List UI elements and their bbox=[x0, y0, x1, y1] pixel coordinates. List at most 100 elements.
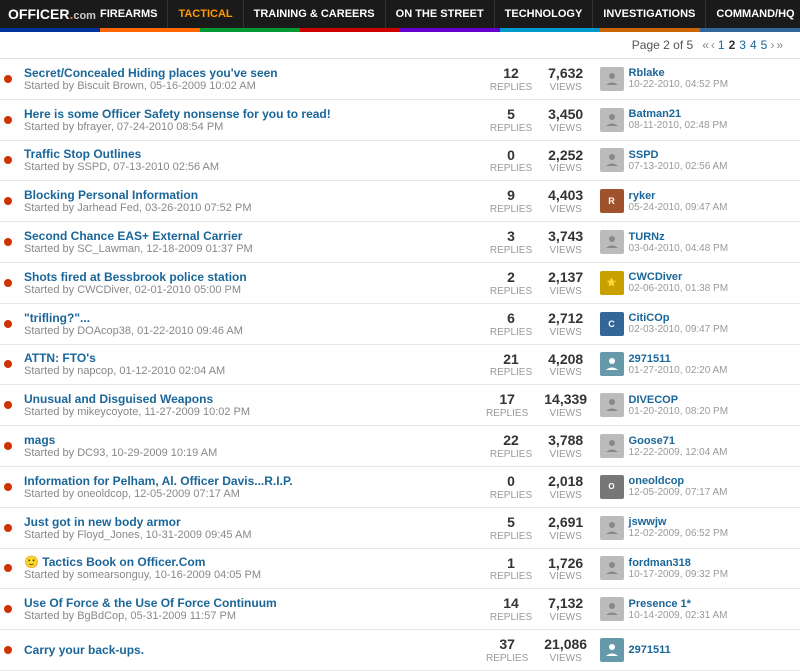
username[interactable]: jswwjw bbox=[629, 516, 729, 528]
avatar bbox=[600, 393, 624, 417]
replies-number: 14 bbox=[490, 595, 532, 612]
replies-label: REPLIES bbox=[490, 327, 532, 338]
logo[interactable]: OFFICER.com bbox=[0, 0, 90, 28]
page-5[interactable]: 5 bbox=[761, 38, 768, 52]
username[interactable]: 2971511 bbox=[629, 353, 728, 365]
replies-number: 22 bbox=[490, 432, 532, 449]
nav-tactical[interactable]: TACTICAL bbox=[168, 0, 243, 28]
replies-number: 12 bbox=[490, 65, 532, 82]
avatar bbox=[600, 516, 624, 540]
replies-number: 0 bbox=[490, 147, 532, 164]
nav-technology[interactable]: TECHNOLOGY bbox=[495, 0, 594, 28]
thread-status bbox=[0, 303, 16, 344]
thread-row: Carry your back-ups. 37 REPLIES 21,086 V… bbox=[0, 630, 800, 671]
thread-title[interactable]: Second Chance EAS+ External Carrier bbox=[24, 229, 242, 243]
replies-stat: 9 REPLIES bbox=[490, 187, 532, 215]
views-label: VIEWS bbox=[548, 204, 583, 215]
stat-pair: 21 REPLIES 4,208 VIEWS bbox=[486, 351, 588, 379]
username[interactable]: Presence 1* bbox=[629, 598, 728, 610]
nav-on-the-street[interactable]: ON THE STREET bbox=[386, 0, 495, 28]
thread-title[interactable]: Use Of Force & the Use Of Force Continuu… bbox=[24, 596, 277, 610]
views-number: 21,086 bbox=[544, 636, 587, 653]
username[interactable]: SSPD bbox=[629, 149, 728, 161]
thread-status bbox=[0, 181, 16, 222]
status-dot bbox=[4, 646, 12, 654]
thread-title[interactable]: mags bbox=[24, 433, 55, 447]
next-page-arrow[interactable]: › bbox=[770, 38, 774, 52]
page-2[interactable]: 2 bbox=[729, 38, 736, 52]
color-stripe bbox=[0, 28, 800, 32]
thread-title[interactable]: 🙂 Tactics Book on Officer.Com bbox=[24, 555, 205, 569]
thread-title[interactable]: Information for Pelham, Al. Officer Davi… bbox=[24, 474, 293, 488]
thread-status bbox=[0, 630, 16, 671]
nav-firearms[interactable]: FIREARMS bbox=[90, 0, 168, 28]
thread-title[interactable]: Secret/Concealed Hiding places you've se… bbox=[24, 66, 278, 80]
user-details: Goose71 12-22-2009, 12:04 AM bbox=[629, 435, 728, 458]
username[interactable]: Goose71 bbox=[629, 435, 728, 447]
page-3[interactable]: 3 bbox=[739, 38, 746, 52]
thread-main-cell: Secret/Concealed Hiding places you've se… bbox=[16, 59, 482, 99]
thread-title[interactable]: "trifling?"... bbox=[24, 311, 90, 325]
nav-command-hq[interactable]: COMMAND/HQ bbox=[706, 0, 800, 28]
thread-title[interactable]: Just got in new body armor bbox=[24, 515, 181, 529]
user-info-container: 2971511 bbox=[600, 638, 792, 662]
views-stat: 1,726 VIEWS bbox=[548, 555, 583, 583]
username[interactable]: fordman318 bbox=[629, 557, 729, 569]
page-1[interactable]: 1 bbox=[718, 38, 725, 52]
thread-status bbox=[0, 466, 16, 507]
replies-stat: 6 REPLIES bbox=[490, 310, 532, 338]
thread-title[interactable]: Unusual and Disguised Weapons bbox=[24, 392, 213, 406]
thread-row: Second Chance EAS+ External Carrier Star… bbox=[0, 222, 800, 263]
thread-stats-cell: 1 REPLIES 1,726 VIEWS bbox=[482, 548, 592, 589]
username[interactable]: CWCDiver bbox=[629, 271, 729, 283]
user-details: ryker 05-24-2010, 09:47 AM bbox=[629, 190, 728, 213]
avatar: R bbox=[600, 189, 624, 213]
username[interactable]: oneoldcop bbox=[629, 475, 728, 487]
thread-main-cell: "trifling?"... Started by DOAcop38, 01-2… bbox=[16, 303, 482, 344]
prev-page-arrow[interactable]: ‹ bbox=[711, 38, 715, 52]
stat-pair: 9 REPLIES 4,403 VIEWS bbox=[486, 187, 588, 215]
status-dot bbox=[4, 75, 12, 83]
nav-training[interactable]: TRAINING & CAREERS bbox=[244, 0, 386, 28]
thread-title[interactable]: Here is some Officer Safety nonsense for… bbox=[24, 107, 331, 121]
thread-title[interactable]: Traffic Stop Outlines bbox=[24, 147, 141, 161]
stat-pair: 14 REPLIES 7,132 VIEWS bbox=[486, 595, 588, 623]
stat-pair: 17 REPLIES 14,339 VIEWS bbox=[486, 391, 588, 419]
user-date: 12-22-2009, 12:04 AM bbox=[629, 447, 728, 458]
user-info-container: DIVECOP 01-20-2010, 08:20 PM bbox=[600, 393, 792, 417]
user-info-container: ⭐ CWCDiver 02-06-2010, 01:38 PM bbox=[600, 271, 792, 295]
username[interactable]: ryker bbox=[629, 190, 728, 202]
user-info-container: Batman21 08-11-2010, 02:48 PM bbox=[600, 108, 792, 132]
last-page-arrow[interactable]: » bbox=[776, 38, 783, 52]
username[interactable]: TURNz bbox=[629, 231, 729, 243]
replies-label: REPLIES bbox=[490, 367, 532, 378]
status-dot bbox=[4, 564, 12, 572]
thread-status bbox=[0, 262, 16, 303]
thread-title[interactable]: Carry your back-ups. bbox=[24, 643, 144, 657]
first-page-arrow[interactable]: « bbox=[702, 38, 709, 52]
thread-user-cell: DIVECOP 01-20-2010, 08:20 PM bbox=[592, 385, 800, 426]
username[interactable]: Batman21 bbox=[629, 108, 728, 120]
thread-row: Use Of Force & the Use Of Force Continuu… bbox=[0, 589, 800, 630]
views-number: 3,743 bbox=[548, 228, 583, 245]
thread-title[interactable]: Blocking Personal Information bbox=[24, 188, 198, 202]
replies-stat: 0 REPLIES bbox=[490, 473, 532, 501]
stat-pair: 1 REPLIES 1,726 VIEWS bbox=[486, 555, 588, 583]
nav-investigations[interactable]: INVESTIGATIONS bbox=[593, 0, 706, 28]
username[interactable]: DIVECOP bbox=[629, 394, 729, 406]
user-info-container: Presence 1* 10-14-2009, 02:31 AM bbox=[600, 597, 792, 621]
views-number: 3,788 bbox=[548, 432, 583, 449]
username[interactable]: Rblake bbox=[629, 67, 729, 79]
user-date: 02-06-2010, 01:38 PM bbox=[629, 283, 729, 294]
thread-starter: Started by CWCDiver, 02-01-2010 05:00 PM bbox=[24, 284, 474, 296]
thread-status bbox=[0, 140, 16, 181]
thread-title[interactable]: Shots fired at Bessbrook police station bbox=[24, 270, 247, 284]
page-4[interactable]: 4 bbox=[750, 38, 757, 52]
thread-title[interactable]: ATTN: FTO's bbox=[24, 351, 96, 365]
replies-label: REPLIES bbox=[490, 245, 532, 256]
stat-pair: 0 REPLIES 2,252 VIEWS bbox=[486, 147, 588, 175]
stat-pair: 12 REPLIES 7,632 VIEWS bbox=[486, 65, 588, 93]
username[interactable]: 2971511 bbox=[629, 644, 671, 656]
username[interactable]: CitiCOp bbox=[629, 312, 729, 324]
thread-status bbox=[0, 59, 16, 99]
